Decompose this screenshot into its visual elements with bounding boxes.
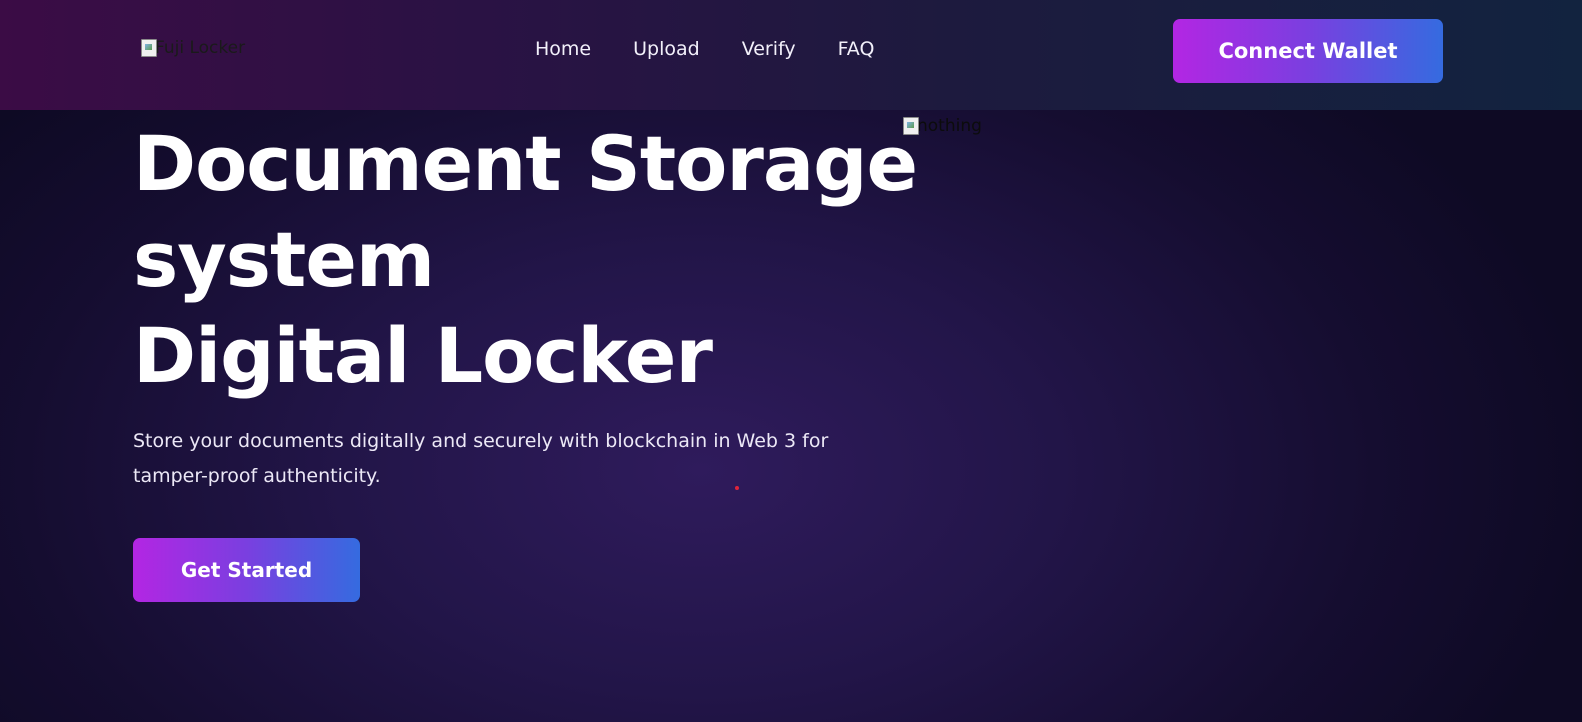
nav-link-upload[interactable]: Upload [633,38,700,60]
site-logo[interactable]: Fuji Locker [141,38,245,58]
hero-title: Document Storage system Digital Locker [133,116,918,404]
hero-title-line-3: Digital Locker [133,311,713,400]
hero-image: nothing [903,116,982,136]
nav-link-home[interactable]: Home [535,38,591,60]
hero-image-alt-text: nothing [917,116,982,136]
broken-image-icon [903,117,919,135]
hero-description: Store your documents digitally and secur… [133,430,829,487]
broken-image-icon [141,39,157,57]
connect-wallet-button[interactable]: Connect Wallet [1173,19,1443,83]
main-nav: Home Upload Verify FAQ [535,38,874,60]
nav-link-faq[interactable]: FAQ [838,38,875,60]
get-started-button[interactable]: Get Started [133,538,360,602]
nav-link-verify[interactable]: Verify [742,38,796,60]
hero-title-line-2: system [133,215,435,304]
logo-alt-text: Fuji Locker [155,38,246,58]
hero-title-line-1: Document Storage [133,119,918,208]
navbar: Fuji Locker Home Upload Verify FAQ Conne… [0,0,1582,110]
cursor-dot [735,486,739,490]
